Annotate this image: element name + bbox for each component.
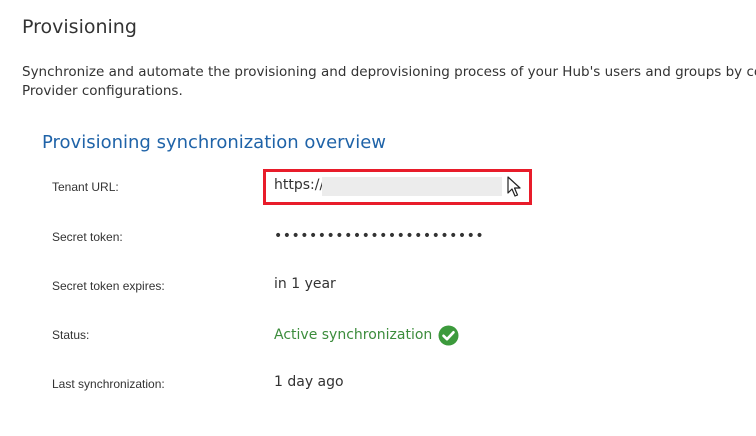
tenant-url-redacted: [322, 177, 502, 196]
secret-expires-label: Secret token expires:: [52, 279, 165, 293]
secret-expires-value: in 1 year: [274, 276, 336, 292]
status-value: Active synchronization: [274, 327, 433, 343]
description-line-1: Synchronize and automate the provisionin…: [22, 64, 756, 80]
mouse-pointer-icon: [507, 176, 521, 197]
page-title: Provisioning: [22, 16, 137, 38]
check-circle-icon: [438, 325, 459, 346]
last-sync-label: Last synchronization:: [52, 377, 165, 391]
status-label: Status:: [52, 328, 90, 342]
provisioning-page: Provisioning Synchronize and automate th…: [0, 0, 756, 436]
page-description: Synchronize and automate the provisionin…: [22, 63, 756, 101]
last-sync-value: 1 day ago: [274, 374, 344, 390]
tenant-url-value[interactable]: https://: [274, 177, 324, 193]
secret-token-label: Secret token:: [52, 230, 123, 244]
description-line-2: Provider configurations.: [22, 83, 183, 99]
secret-token-value: ••••••••••••••••••••••••: [274, 228, 485, 244]
section-title: Provisioning synchronization overview: [42, 132, 387, 153]
tenant-url-label: Tenant URL:: [52, 180, 119, 194]
